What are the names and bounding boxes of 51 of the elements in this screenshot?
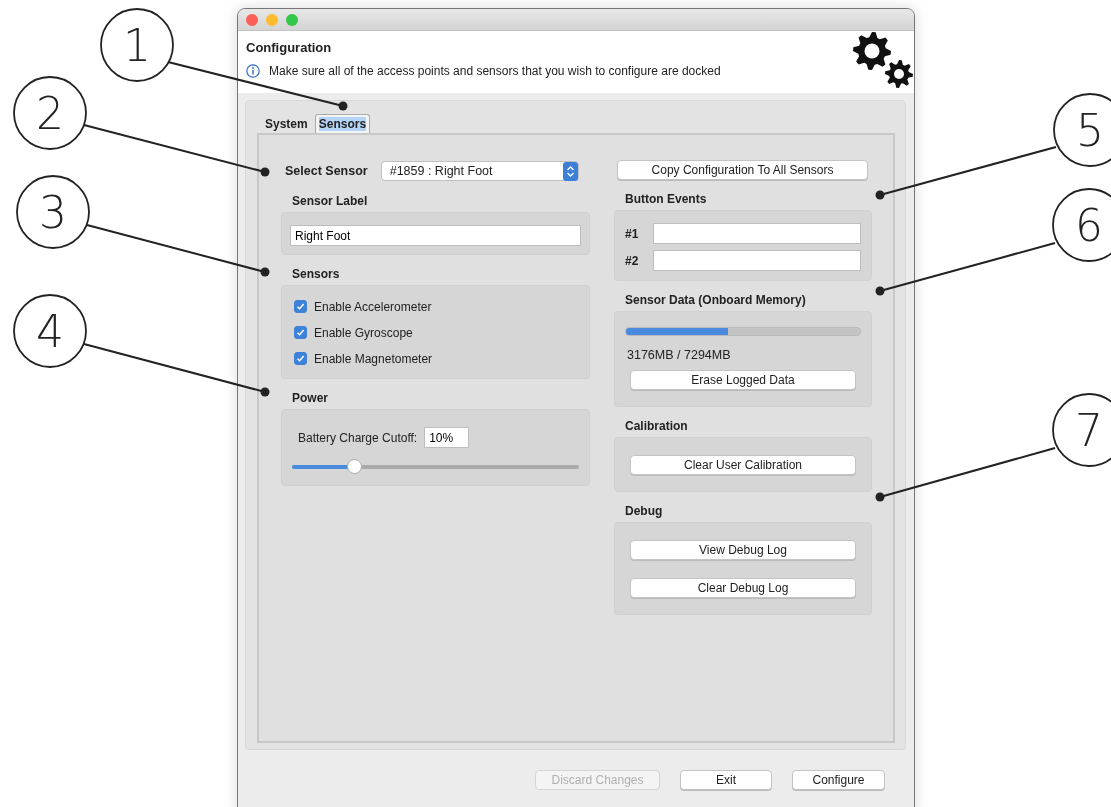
checkbox[interactable] [294, 352, 307, 365]
callout-number: 2 [36, 88, 64, 139]
action-button[interactable]: Clear Debug Log [630, 578, 856, 598]
section-heading: Sensors [292, 267, 341, 281]
field-label: #1 [625, 226, 640, 241]
callout-number: 3 [39, 187, 67, 238]
callout-number: 1 [123, 20, 151, 71]
close-button[interactable] [246, 13, 258, 26]
percent-field[interactable]: 10% [424, 427, 470, 448]
callout-number: 5 [1076, 105, 1104, 156]
minimize-button[interactable] [266, 13, 278, 26]
section-heading: Calibration [625, 419, 689, 433]
memory-reading: 3176MB / 7294MB [627, 348, 732, 362]
sensor-dropdown[interactable]: #1859 : Right Foot [380, 161, 579, 181]
tab[interactable]: System [261, 114, 312, 133]
section-heading: Button Events [625, 192, 708, 206]
section-heading: Power [292, 391, 329, 405]
copy-button[interactable]: Copy Configuration To All Sensors [617, 160, 868, 180]
text-field[interactable]: Right Foot [290, 225, 581, 246]
checkbox[interactable] [294, 326, 307, 339]
slider-thumb[interactable] [347, 459, 363, 474]
callout-number: 7 [1075, 405, 1103, 456]
text-field[interactable] [652, 250, 861, 271]
footer-button[interactable]: Exit [680, 770, 772, 790]
section-heading: Sensor Data (Onboard Memory) [625, 293, 807, 307]
stepper-arrows-icon [562, 161, 578, 181]
zoom-button[interactable] [286, 13, 298, 26]
checkbox[interactable] [294, 300, 307, 313]
action-button[interactable]: View Debug Log [630, 540, 856, 560]
field-label: #2 [625, 253, 640, 268]
section-heading: Debug [625, 504, 664, 518]
checkmark-icon [296, 328, 305, 337]
section-heading: Sensor Label [292, 194, 369, 208]
checkmark-icon [296, 354, 305, 363]
callout-number: 4 [36, 306, 64, 357]
dialog-title: Configuration [246, 40, 333, 55]
callout-number: 6 [1075, 200, 1103, 251]
tab[interactable]: Sensors [314, 114, 371, 133]
erase-button[interactable]: Erase Logged Data [630, 370, 856, 390]
checkbox-label: Enable Magnetometer [314, 351, 433, 366]
text-field[interactable] [652, 223, 861, 244]
footer-button[interactable]: Configure [792, 770, 885, 790]
info-message: Make sure all of the access points and sensors that you wish to configure are docked [269, 64, 721, 78]
field-label: Select Sensor [285, 164, 368, 178]
info-icon [246, 64, 260, 78]
field-label: Battery Charge Cutoff: [298, 430, 418, 445]
slider[interactable] [292, 459, 579, 475]
checkbox-label: Enable Accelerometer [314, 299, 432, 314]
checkmark-icon [296, 302, 305, 311]
action-button[interactable]: Clear User Calibration [630, 455, 856, 475]
checkbox-label: Enable Gyroscope [314, 325, 413, 340]
